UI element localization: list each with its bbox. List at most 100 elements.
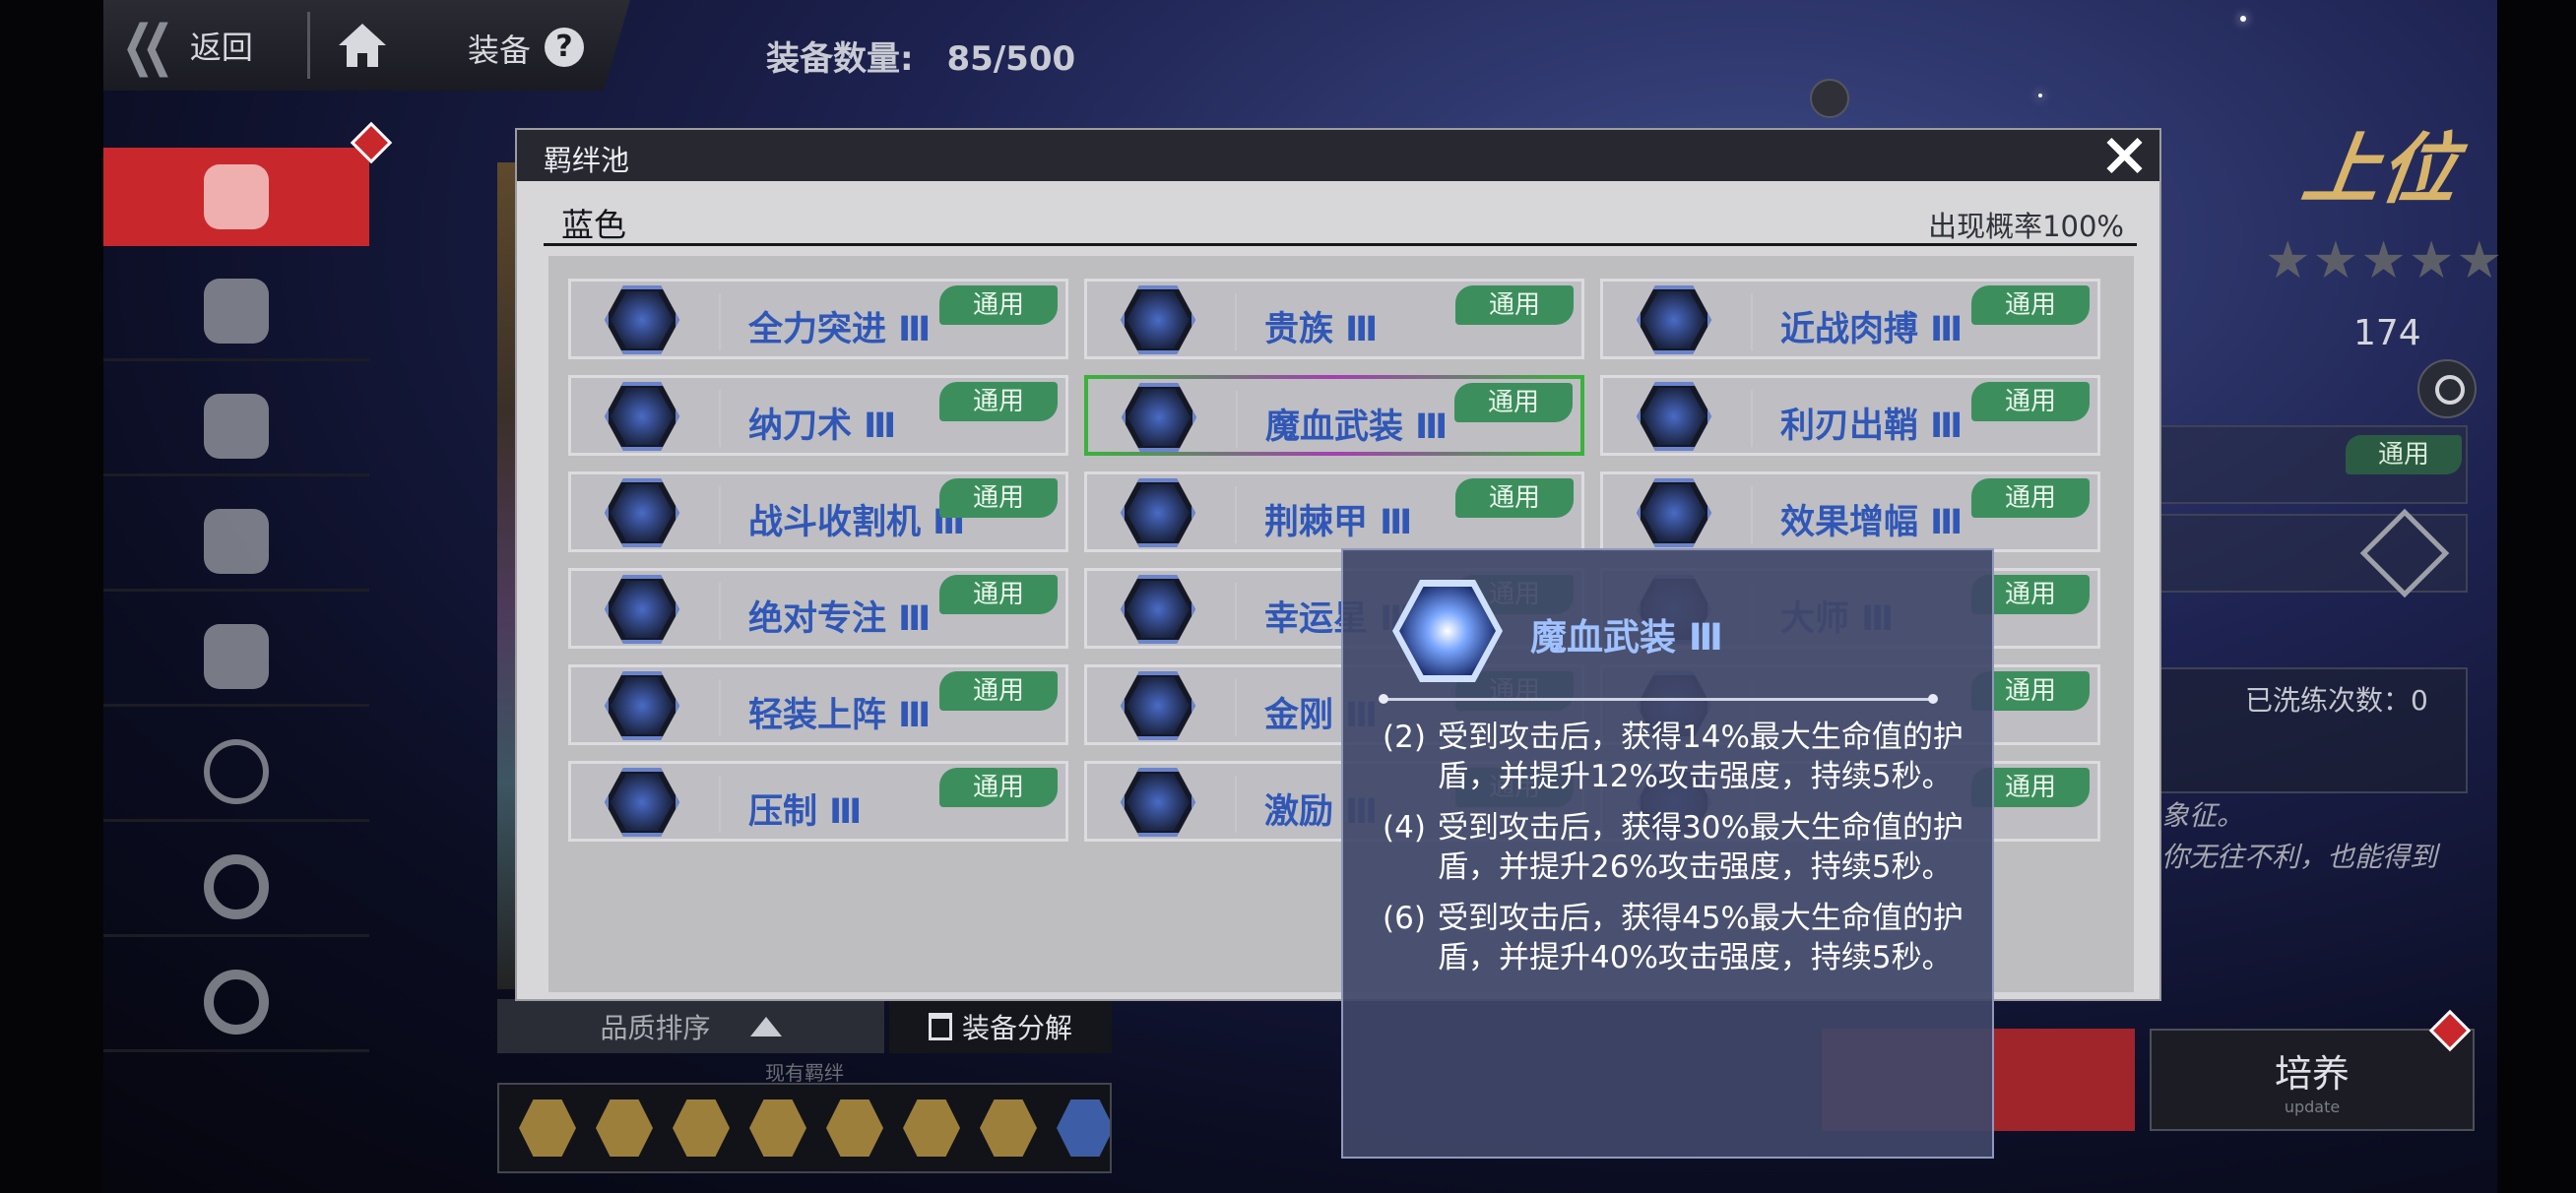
bond-card[interactable]: 压制 Ⅲ 通用 bbox=[568, 761, 1068, 842]
divider bbox=[719, 486, 721, 543]
cultivate-label: 培养 bbox=[2274, 1052, 2350, 1096]
divider-dot bbox=[1379, 694, 1388, 704]
effect-tier: (2) bbox=[1383, 720, 1426, 755]
effect-text: 受到攻击后，获得14%最大生命值的护盾，并提升12%攻击强度，持续5秒。 bbox=[1438, 720, 1964, 794]
divider bbox=[1383, 698, 1934, 701]
bond-card[interactable]: 绝对专注 Ⅲ 通用 bbox=[568, 568, 1068, 649]
tooltip-effects: (2) 受到攻击后，获得14%最大生命值的护盾，并提升12%攻击强度，持续5秒。(… bbox=[1383, 718, 1964, 989]
bond-effect: (6) 受到攻击后，获得45%最大生命值的护盾，并提升40%攻击强度，持续5秒。 bbox=[1383, 899, 1964, 977]
divider bbox=[1751, 390, 1753, 447]
sidebar-item-gloves[interactable] bbox=[103, 493, 369, 592]
necklace-icon bbox=[204, 738, 269, 804]
divider bbox=[719, 390, 721, 447]
bond-name: 轻装上阵 Ⅲ bbox=[748, 696, 932, 735]
general-tag: 通用 bbox=[939, 671, 1058, 711]
dialog-header: 羁绊池 bbox=[517, 130, 2159, 181]
refine-count: 已洗练次数：0 bbox=[2245, 684, 2428, 717]
current-bonds-label: 现有羁绊 bbox=[765, 1061, 844, 1085]
bond-name: 全力突进 Ⅲ bbox=[748, 310, 932, 349]
general-tag: 通用 bbox=[1455, 285, 1574, 325]
bond-card[interactable]: 全力突进 Ⅲ 通用 bbox=[568, 279, 1068, 359]
sidebar-item-armor[interactable] bbox=[103, 263, 369, 361]
bond-name: 绝对专注 Ⅲ bbox=[748, 599, 932, 639]
effect-text: 受到攻击后，获得45%最大生命值的护盾，并提升40%攻击强度，持续5秒。 bbox=[1438, 901, 1964, 975]
quality-sort-button[interactable]: 品质排序 bbox=[497, 999, 884, 1053]
general-tag: 通用 bbox=[939, 285, 1058, 325]
general-tag: 通用 bbox=[1455, 478, 1574, 518]
appearance-rate: 出现概率100% bbox=[1928, 210, 2124, 243]
bond-card[interactable]: 战斗收割机 Ⅲ 通用 bbox=[568, 471, 1068, 552]
close-icon[interactable] bbox=[2102, 134, 2146, 177]
bond-effect: (2) 受到攻击后，获得14%最大生命值的护盾，并提升12%攻击强度，持续5秒。 bbox=[1383, 718, 1964, 796]
sidebar-item-necklace[interactable] bbox=[103, 723, 369, 822]
divider-dot bbox=[1928, 694, 1938, 704]
sidebar-item-boots[interactable] bbox=[103, 608, 369, 707]
bond-card[interactable]: 效果增幅 Ⅲ 通用 bbox=[1600, 471, 2100, 552]
bond-card[interactable]: 魔血武装 Ⅲ 通用 bbox=[1084, 375, 1584, 456]
bond-card[interactable]: 近战肉搏 Ⅲ 通用 bbox=[1600, 279, 2100, 359]
divider bbox=[1751, 486, 1753, 543]
bond-name: 荆棘甲 Ⅲ bbox=[1264, 503, 1413, 542]
back-chevron-icon: ❮❮ bbox=[121, 13, 174, 78]
divider bbox=[719, 293, 721, 350]
description-line: 你无往不利，也能得到 bbox=[2161, 841, 2438, 873]
armor-icon bbox=[204, 278, 269, 344]
bond-icon[interactable] bbox=[749, 1099, 806, 1157]
home-icon[interactable] bbox=[335, 20, 390, 71]
bond-name: 压制 Ⅲ bbox=[748, 792, 863, 832]
divider bbox=[307, 12, 310, 79]
bond-name: 战斗收割机 Ⅲ bbox=[748, 503, 966, 542]
bond-card[interactable]: 纳刀术 Ⅲ 通用 bbox=[568, 375, 1068, 456]
bond-icon[interactable] bbox=[519, 1099, 576, 1157]
bond-icon[interactable] bbox=[826, 1099, 883, 1157]
bond-effect: (4) 受到攻击后，获得30%最大生命值的护盾，并提升26%攻击强度，持续5秒。 bbox=[1383, 808, 1964, 887]
bond-tooltip: 魔血武装 Ⅲ (2) 受到攻击后，获得14%最大生命值的护盾，并提升12%攻击强度… bbox=[1341, 548, 1994, 1159]
equipment-slot-sidebar bbox=[103, 148, 372, 1069]
bond-card[interactable]: 利刃出鞘 Ⅲ 通用 bbox=[1600, 375, 2100, 456]
boots-icon bbox=[204, 623, 269, 689]
bond-card[interactable]: 轻装上阵 Ⅲ 通用 bbox=[568, 664, 1068, 745]
sidebar-item-ring-1[interactable] bbox=[103, 839, 369, 937]
divider bbox=[1235, 776, 1237, 833]
sort-arrow-icon bbox=[749, 1016, 782, 1036]
divider bbox=[1236, 391, 1238, 448]
general-tag: 通用 bbox=[1971, 478, 2090, 518]
bond-icon[interactable] bbox=[673, 1099, 730, 1157]
general-tag: 通用 bbox=[939, 382, 1058, 421]
grade-label: 蓝色 bbox=[561, 206, 626, 244]
cultivate-button[interactable]: 培养 update bbox=[2150, 1029, 2475, 1131]
sidebar-item-pants[interactable] bbox=[103, 378, 369, 476]
trash-icon bbox=[928, 1012, 952, 1040]
equipment-card-strip[interactable] bbox=[497, 162, 517, 989]
bond-icon[interactable] bbox=[596, 1099, 653, 1157]
general-tag: 通用 bbox=[939, 768, 1058, 807]
divider bbox=[1235, 679, 1237, 736]
bond-icon[interactable] bbox=[980, 1099, 1037, 1157]
general-tag: 通用 bbox=[939, 478, 1058, 518]
general-tag: 通用 bbox=[939, 575, 1058, 614]
bond-icon[interactable] bbox=[1057, 1099, 1110, 1157]
effect-tier: (4) bbox=[1383, 810, 1426, 846]
current-bonds-bar[interactable] bbox=[497, 1083, 1112, 1173]
equipment-count-label: 装备数量: bbox=[766, 39, 914, 79]
sidebar-item-helmet[interactable] bbox=[103, 148, 369, 246]
star-rating: ★★★★★ bbox=[2265, 231, 2505, 290]
divider bbox=[1751, 293, 1753, 350]
star-decoration bbox=[2038, 94, 2042, 97]
effect-text: 受到攻击后，获得30%最大生命值的护盾，并提升26%攻击强度，持续5秒。 bbox=[1438, 810, 1964, 885]
stat-value: 174 bbox=[2353, 313, 2421, 353]
bond-icon[interactable] bbox=[903, 1099, 960, 1157]
sidebar-item-ring-2[interactable] bbox=[103, 954, 369, 1052]
bond-name: 近战肉搏 Ⅲ bbox=[1780, 310, 1964, 349]
pants-icon bbox=[204, 393, 269, 459]
help-icon[interactable]: ? bbox=[545, 28, 584, 67]
lock-icon[interactable] bbox=[1810, 79, 1849, 118]
bond-card[interactable]: 荆棘甲 Ⅲ 通用 bbox=[1084, 471, 1584, 552]
divider bbox=[1235, 486, 1237, 543]
dismantle-button[interactable]: 装备分解 bbox=[889, 999, 1112, 1053]
divider bbox=[1235, 583, 1237, 640]
back-button[interactable]: ❮❮ 返回 bbox=[113, 10, 281, 81]
search-icon[interactable] bbox=[2417, 359, 2477, 418]
bond-card[interactable]: 贵族 Ⅲ 通用 bbox=[1084, 279, 1584, 359]
ring-icon bbox=[204, 853, 269, 919]
